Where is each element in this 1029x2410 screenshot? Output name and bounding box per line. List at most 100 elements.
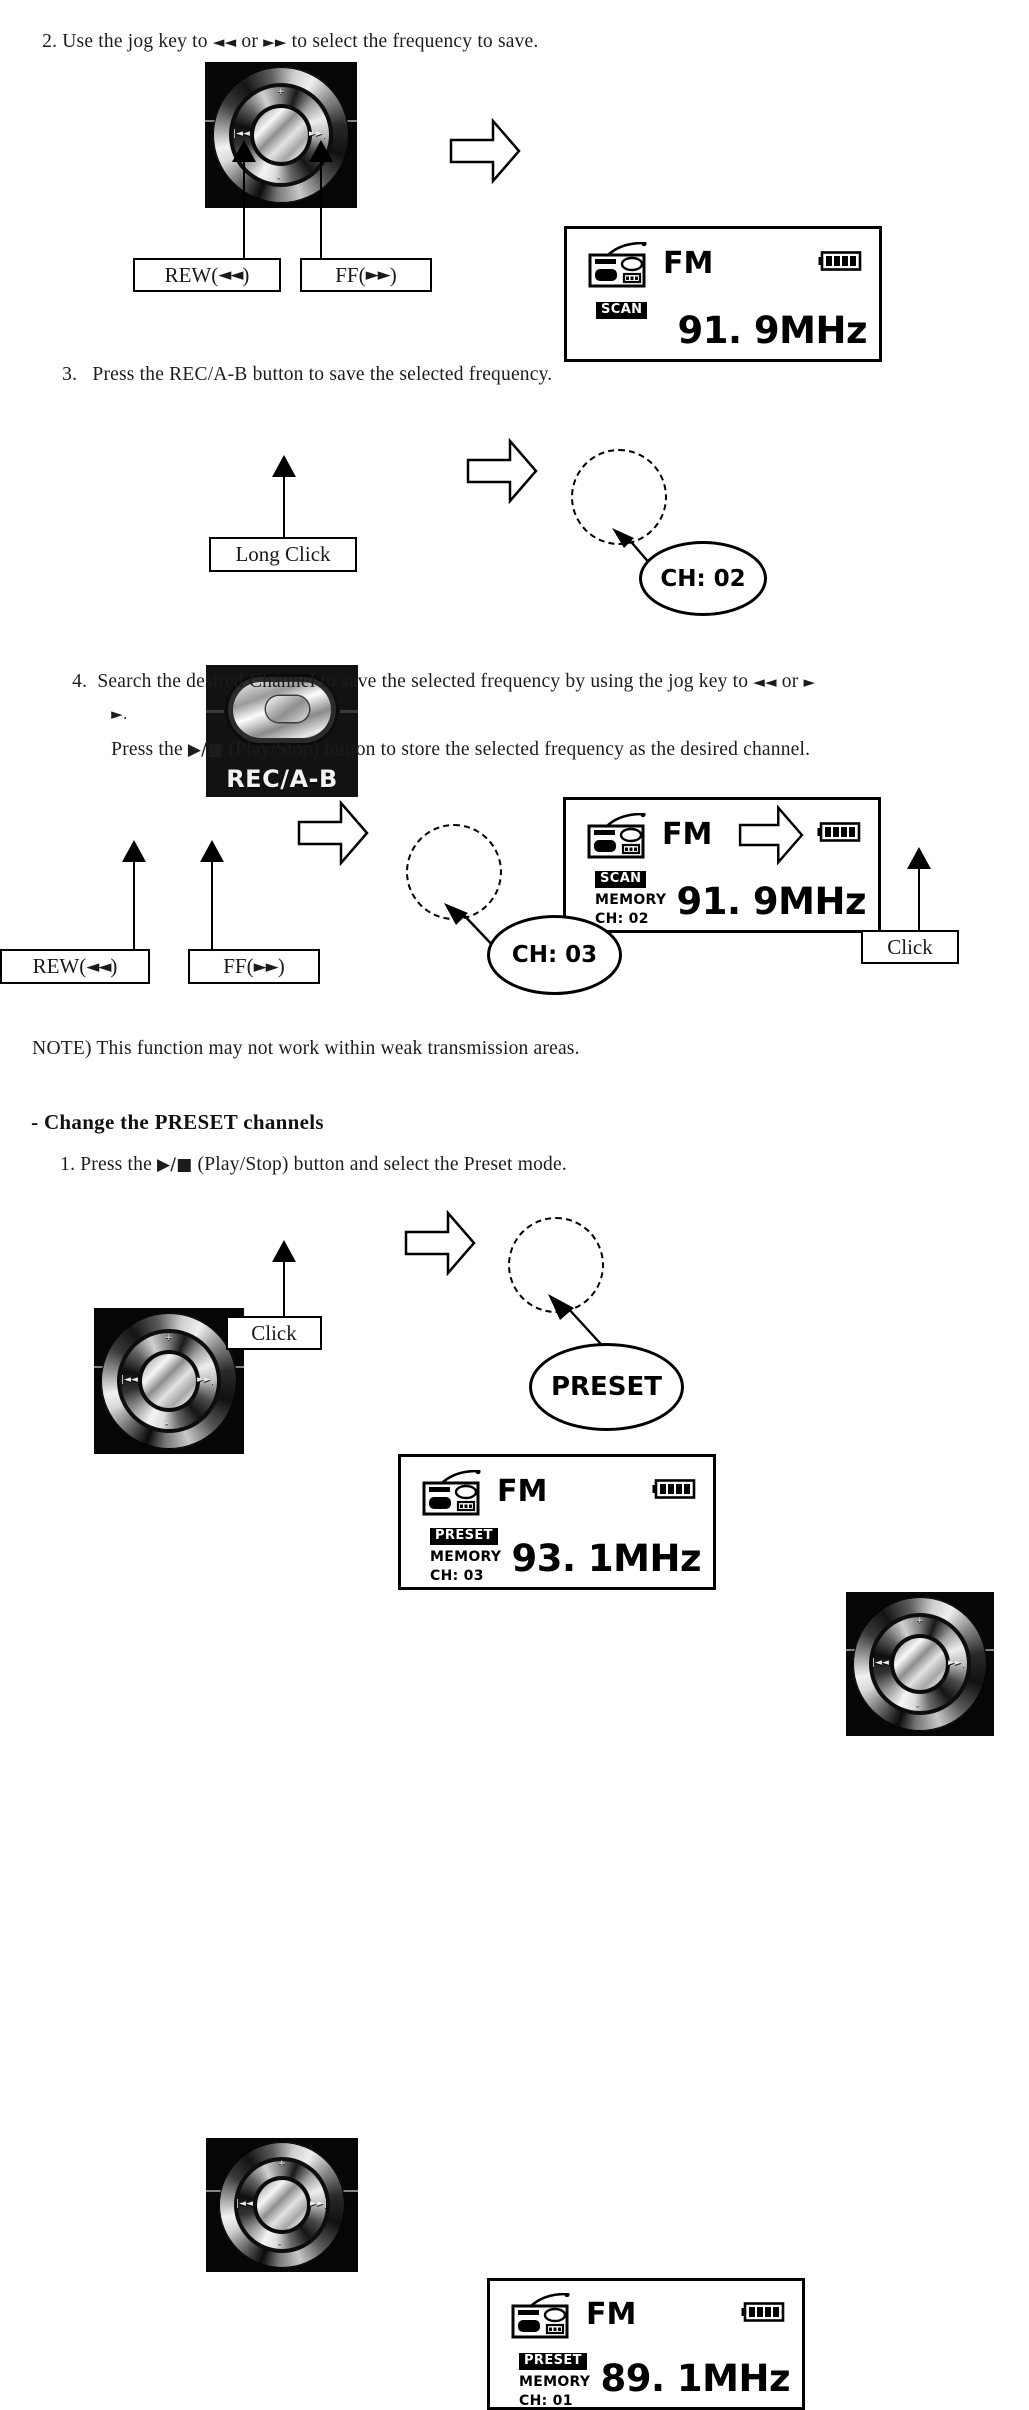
preset-step-1-after: (Play/Stop) button and select the Preset… bbox=[192, 1154, 567, 1176]
previous-track-icon: |◄◄ bbox=[121, 1375, 138, 1385]
previous-track-icon: |◄◄ bbox=[236, 2199, 253, 2209]
dial-center-button[interactable] bbox=[894, 1638, 946, 1690]
previous-track-icon: |◄◄ bbox=[872, 1658, 889, 1668]
leader-arrowhead-ff-1 bbox=[309, 140, 333, 162]
battery-icon-1 bbox=[818, 251, 862, 271]
jog-dial-device-4[interactable]: + - |◄◄ ►►| bbox=[206, 2138, 358, 2272]
leader-line-rew-1 bbox=[243, 148, 245, 260]
ff-label-prefix-2: FF( bbox=[223, 954, 254, 978]
click-callout-right[interactable]: Click bbox=[861, 930, 959, 964]
radio-icon bbox=[422, 1470, 481, 1516]
rew-arrows-icon-1: ◄◄ bbox=[218, 265, 243, 285]
flow-arrow-2 bbox=[466, 438, 538, 504]
step-4-text-before: Search the desired Channel to save the s… bbox=[97, 671, 754, 693]
volume-down-icon: - bbox=[278, 2239, 282, 2249]
ff-callout-1[interactable]: FF(►►) bbox=[300, 258, 432, 292]
lcd-display-2: FM SCAN MEMORY CH: 02 91. 9MHz bbox=[563, 797, 881, 933]
fast-forward-icon: ►► bbox=[263, 33, 287, 52]
lcd-display-4: FM PRESET MEMORY CH: 01 89. 1MHz bbox=[487, 2278, 805, 2410]
volume-down-icon: - bbox=[916, 1701, 920, 1711]
band-label-4: FM bbox=[586, 2297, 637, 2332]
rew-label-suffix-2: ) bbox=[110, 954, 118, 978]
rew-label-suffix-1: ) bbox=[242, 262, 250, 287]
band-label-1: FM bbox=[663, 246, 714, 281]
rec-ab-label: REC/A-B bbox=[226, 765, 338, 793]
next-track-icon: ►►| bbox=[948, 1658, 965, 1668]
flow-arrow-4 bbox=[738, 805, 804, 865]
preset-label: PRESET bbox=[550, 1372, 663, 1402]
step-2-number: 2. bbox=[42, 31, 58, 53]
channel-label-4: CH: 01 bbox=[519, 2393, 573, 2409]
mode-tag-3: PRESET bbox=[430, 1528, 498, 1545]
fast-forward-icon: ► bbox=[803, 673, 816, 692]
long-click-label: Long Click bbox=[235, 542, 331, 566]
radio-icon bbox=[588, 242, 647, 288]
leader-line-ff-2 bbox=[211, 848, 213, 961]
click-label-bottom: Click bbox=[251, 1320, 297, 1345]
volume-up-icon: + bbox=[916, 1616, 924, 1626]
preset-step-1-before: Press the bbox=[80, 1154, 158, 1176]
step-4-line-3: Press the ▶/■ (Play/Stop) button to stor… bbox=[101, 708, 1029, 765]
step-4-line3-after: (Play/Stop) button to store the selected… bbox=[223, 739, 811, 761]
leader-line-rew-2 bbox=[133, 848, 135, 961]
note-body: NOTE) This function may not work within … bbox=[32, 1038, 580, 1060]
rewind-icon: ◄◄ bbox=[212, 33, 237, 52]
step-2-text-before: Use the jog key to bbox=[62, 31, 213, 53]
step-4-text-mid: or bbox=[776, 671, 804, 693]
step-4-line-1: 4. Search the desired Channel to save th… bbox=[62, 640, 1029, 697]
previous-track-icon: |◄◄ bbox=[233, 129, 250, 139]
flow-arrow-1 bbox=[449, 118, 521, 184]
memory-label-3: MEMORY bbox=[430, 1549, 502, 1565]
flow-arrow-3 bbox=[297, 800, 369, 866]
jog-dial-device-2[interactable]: + - |◄◄ ►►| bbox=[94, 1308, 244, 1454]
ff-arrows-icon-2: ►► bbox=[253, 956, 279, 977]
frequency-2: 91. 9MHz bbox=[676, 880, 867, 923]
mode-tag-1: SCAN bbox=[596, 302, 648, 319]
leader-arrowhead-click-right bbox=[907, 847, 931, 869]
rew-callout-2[interactable]: REW(◄◄) bbox=[0, 949, 150, 984]
radio-icon bbox=[511, 2293, 570, 2339]
rew-callout-1[interactable]: REW(◄◄) bbox=[133, 258, 281, 292]
battery-icon-3 bbox=[652, 1479, 696, 1499]
rew-label-prefix-2: REW( bbox=[32, 954, 87, 978]
volume-down-icon: - bbox=[165, 1419, 169, 1429]
step-3-body: Press the REC/A-B button to save the sel… bbox=[92, 364, 553, 386]
radio-icon bbox=[587, 813, 646, 859]
play-stop-icon: ▶/■ bbox=[187, 740, 224, 761]
leader-arrowhead-long-click bbox=[272, 455, 296, 477]
mode-tag-2: SCAN bbox=[595, 871, 647, 888]
band-label-2: FM bbox=[662, 817, 713, 852]
channel-label-3: CH: 03 bbox=[430, 1568, 484, 1584]
ff-label-prefix-1: FF( bbox=[335, 262, 366, 287]
click-callout-bottom[interactable]: Click bbox=[226, 1316, 322, 1350]
leader-arrowhead-rew-1 bbox=[232, 140, 256, 162]
memory-label-2: MEMORY bbox=[595, 892, 667, 908]
ff-label-suffix-2: ) bbox=[277, 954, 285, 978]
dial-center-button[interactable] bbox=[142, 1354, 196, 1408]
preset-step-1-number: 1. bbox=[60, 1154, 76, 1176]
step-3-number: 3. bbox=[62, 364, 78, 386]
ch02-label: CH: 02 bbox=[660, 565, 746, 592]
battery-icon-2 bbox=[817, 822, 861, 842]
leader-arrowhead-rew-2 bbox=[122, 840, 146, 862]
click-label-right: Click bbox=[887, 934, 933, 959]
ff-callout-2[interactable]: FF(►►) bbox=[188, 949, 320, 984]
long-click-callout[interactable]: Long Click bbox=[209, 537, 357, 572]
step-2-text: 2. Use the jog key to ◄◄ or ►► to select… bbox=[32, 0, 972, 57]
rew-label-prefix-1: REW( bbox=[164, 262, 219, 287]
ch02-oval-callout: CH: 02 bbox=[639, 541, 767, 616]
dial-center-button[interactable] bbox=[254, 108, 308, 162]
play-stop-icon: ▶/■ bbox=[157, 1155, 193, 1176]
step-4-line3-before: Press the bbox=[111, 739, 188, 761]
next-track-icon: ►►| bbox=[310, 2199, 327, 2209]
leader-line-ff-1 bbox=[320, 148, 322, 260]
rew-arrows-icon-2: ◄◄ bbox=[86, 956, 111, 977]
note-text: NOTE) This function may not work within … bbox=[22, 1007, 972, 1064]
dial-center-button[interactable] bbox=[257, 2180, 307, 2230]
step-2-text-after: to select the frequency to save. bbox=[286, 31, 539, 53]
volume-up-icon: + bbox=[277, 87, 285, 97]
jog-dial-device-3[interactable]: + - |◄◄ ►►| bbox=[846, 1592, 994, 1736]
mode-tag-4: PRESET bbox=[519, 2353, 587, 2370]
volume-down-icon: - bbox=[277, 173, 281, 183]
jog-dial-device-1[interactable]: + - |◄◄ ►►| bbox=[205, 62, 357, 208]
